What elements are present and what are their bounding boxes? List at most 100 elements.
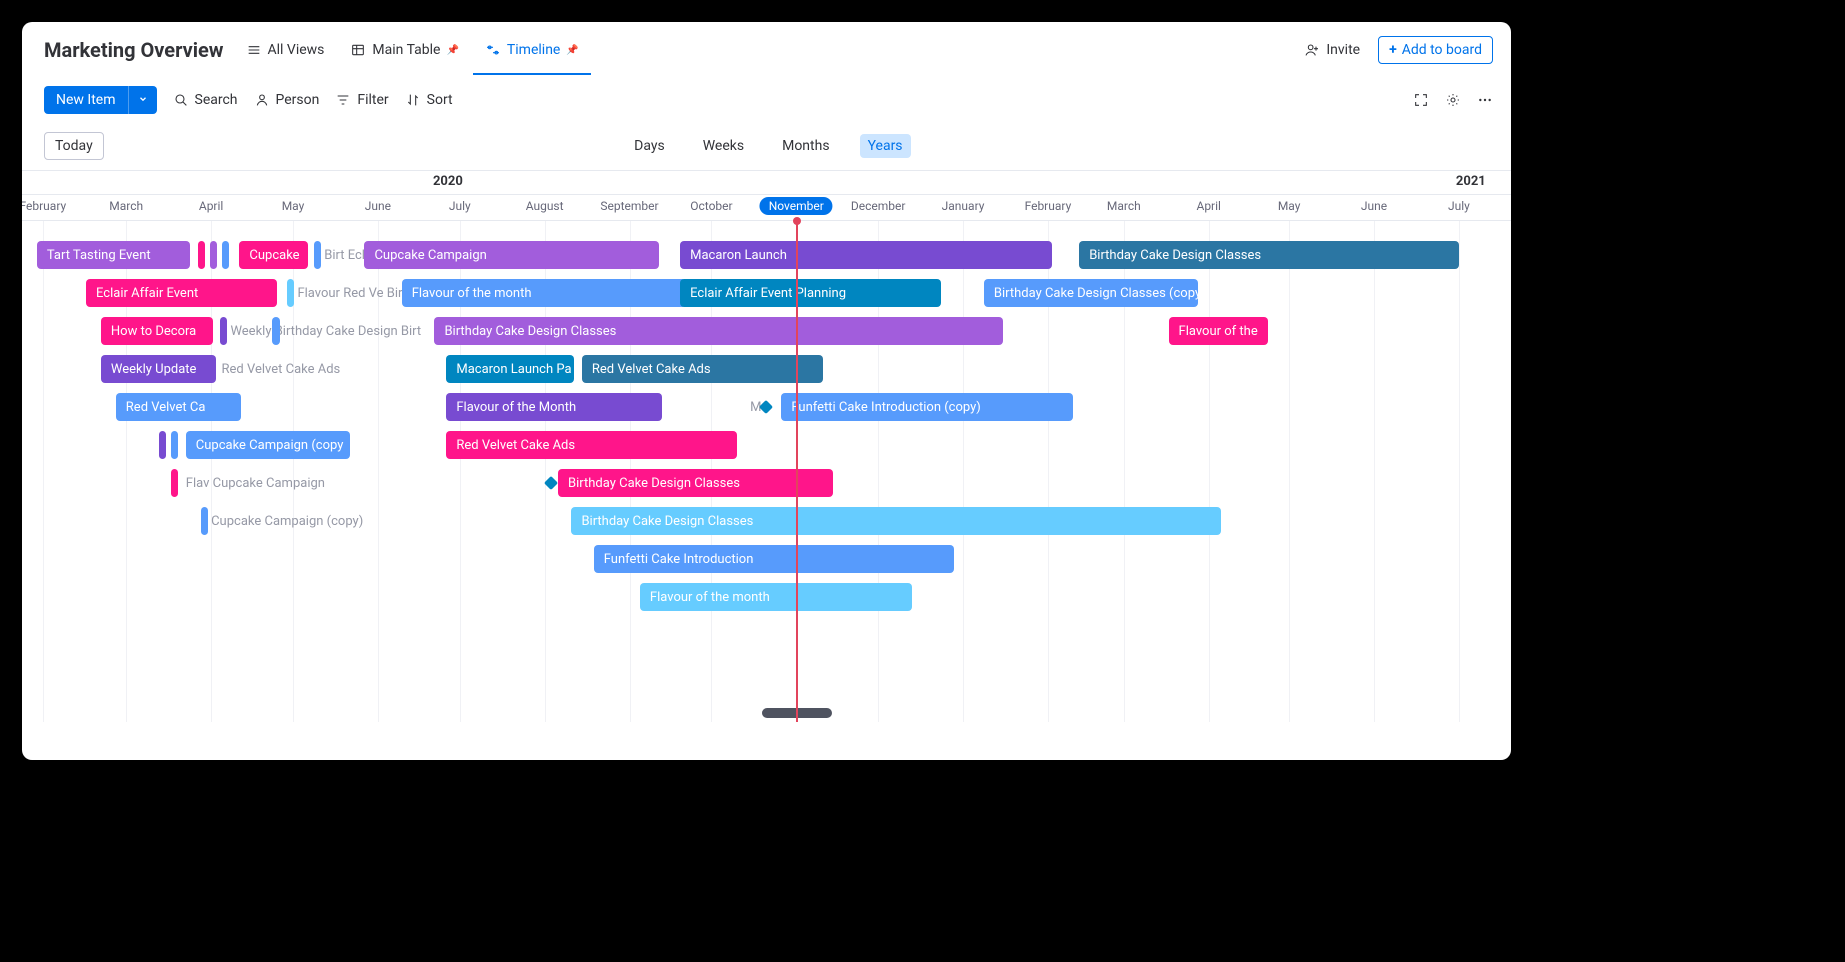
month-label[interactable]: February: [1025, 199, 1072, 213]
timeline-bar[interactable]: Birthday Cake Design Classes: [571, 507, 1220, 535]
timeline-icon: [485, 42, 501, 58]
timeline-bar[interactable]: Birthday Cake Design Classes: [1079, 241, 1459, 269]
tab-main-table[interactable]: Main Table 📌: [346, 34, 463, 66]
person-add-icon: [1304, 42, 1320, 58]
today-button[interactable]: Today: [44, 132, 104, 160]
timeline-bar[interactable]: Flavour of the month: [402, 279, 686, 307]
month-label[interactable]: September: [600, 199, 658, 213]
overflow-item-label[interactable]: Flav Cupcake Campaign: [186, 469, 325, 497]
tab-label: All Views: [268, 42, 325, 58]
fullscreen-icon[interactable]: [1413, 92, 1429, 108]
month-label[interactable]: July: [449, 199, 471, 213]
app-window: Marketing Overview All Views Main Table …: [22, 22, 1511, 760]
timeline-controls: Today Days Weeks Months Years: [22, 126, 1511, 170]
month-label[interactable]: April: [199, 199, 223, 213]
toolbar: New Item Search Person Filter Sort: [22, 74, 1511, 126]
timeline-bar[interactable]: [272, 317, 279, 345]
filter-button[interactable]: Filter: [335, 92, 388, 108]
timeline-bar[interactable]: [171, 469, 178, 497]
month-label[interactable]: June: [1361, 199, 1387, 213]
timeline-bar[interactable]: Funfetti Cake Introduction (copy): [781, 393, 1073, 421]
timeline-bar[interactable]: [222, 241, 229, 269]
new-item-dropdown[interactable]: [128, 86, 157, 114]
sort-button[interactable]: Sort: [405, 92, 453, 108]
month-label[interactable]: October: [690, 199, 732, 213]
month-label[interactable]: April: [1196, 199, 1220, 213]
month-label[interactable]: May: [1278, 199, 1301, 213]
timeline-bar[interactable]: [201, 507, 208, 535]
timeline-bar[interactable]: [314, 241, 321, 269]
timeline-bar[interactable]: Macaron Launch: [680, 241, 1052, 269]
add-to-board-button[interactable]: + Add to board: [1378, 36, 1493, 64]
month-label[interactable]: November: [760, 199, 833, 213]
month-label[interactable]: March: [1107, 199, 1141, 213]
list-icon: [246, 42, 262, 58]
timeline-bar[interactable]: Eclair Affair Event Planning: [680, 279, 941, 307]
sort-icon: [405, 92, 421, 108]
timeline-bar[interactable]: [220, 317, 227, 345]
year-label: 2021: [1456, 174, 1486, 189]
timeline-bar[interactable]: [287, 279, 294, 307]
timeline-bar[interactable]: Cupcake Campaign: [364, 241, 659, 269]
person-filter-button[interactable]: Person: [254, 92, 320, 108]
invite-button[interactable]: Invite: [1304, 42, 1360, 58]
timeline-bar[interactable]: Cupcake: [239, 241, 307, 269]
table-icon: [350, 42, 366, 58]
search-button[interactable]: Search: [173, 92, 238, 108]
timeline-bar[interactable]: Red Velvet Ca: [116, 393, 241, 421]
tab-label: Timeline: [507, 42, 560, 58]
timeline-bar[interactable]: [159, 431, 166, 459]
timeline-bar[interactable]: Tart Tasting Event: [37, 241, 190, 269]
month-label[interactable]: March: [109, 199, 143, 213]
timeline-bar[interactable]: Cupcake Campaign (copy: [186, 431, 350, 459]
timeline-bar[interactable]: Birthday Cake Design Classes: [558, 469, 833, 497]
month-label[interactable]: January: [942, 199, 985, 213]
chevron-down-icon: [138, 94, 148, 104]
timeline-area[interactable]: 20202021 February March April May June July Au…: [22, 170, 1511, 722]
overflow-item-label[interactable]: Weekly Birthday Cake Design Birt: [230, 317, 421, 345]
more-icon[interactable]: [1477, 92, 1493, 108]
month-label[interactable]: June: [365, 199, 391, 213]
today-indicator: [796, 221, 798, 722]
timeline-bar[interactable]: Red Velvet Cake Ads: [582, 355, 823, 383]
timeline-bar[interactable]: Flavour of the: [1169, 317, 1269, 345]
timeline-bar[interactable]: [171, 431, 178, 459]
tab-all-views[interactable]: All Views: [242, 34, 329, 66]
month-header-row: February March April May June July August Septe…: [22, 195, 1511, 221]
new-item-label[interactable]: New Item: [44, 86, 128, 114]
timeline-bar[interactable]: Flavour of the month: [640, 583, 912, 611]
scale-years[interactable]: Years: [860, 134, 911, 158]
month-label[interactable]: July: [1448, 199, 1470, 213]
plus-icon: +: [1389, 42, 1397, 58]
milestone-diamond[interactable]: [544, 476, 558, 490]
timeline-bar[interactable]: [210, 241, 217, 269]
year-header-row: 20202021: [22, 171, 1511, 195]
timeline-bar[interactable]: Eclair Affair Event: [86, 279, 277, 307]
timeline-bar[interactable]: [198, 241, 205, 269]
timeline-bar[interactable]: Weekly Update: [101, 355, 216, 383]
overflow-item-label[interactable]: Cupcake Campaign (copy): [211, 507, 363, 535]
person-icon: [254, 92, 270, 108]
timeline-bar[interactable]: Funfetti Cake Introduction: [594, 545, 954, 573]
month-label[interactable]: December: [851, 199, 906, 213]
scale-days[interactable]: Days: [626, 134, 673, 158]
scale-weeks[interactable]: Weeks: [695, 134, 752, 158]
timeline-bar[interactable]: Flavour of the Month: [446, 393, 662, 421]
month-label[interactable]: May: [282, 199, 305, 213]
month-label[interactable]: August: [526, 199, 564, 213]
timeline-bar[interactable]: Red Velvet Cake Ads: [446, 431, 736, 459]
timeline-bar[interactable]: Birthday Cake Design Classes (copy): [984, 279, 1198, 307]
gear-icon[interactable]: [1445, 92, 1461, 108]
month-label[interactable]: February: [22, 199, 66, 213]
new-item-button[interactable]: New Item: [44, 86, 157, 114]
timeline-bar[interactable]: Birthday Cake Design Classes: [434, 317, 1003, 345]
overflow-item-label[interactable]: Flavour Red Ve Birt: [297, 279, 407, 307]
timeline-bar[interactable]: Macaron Launch Pa: [446, 355, 574, 383]
pin-icon: 📌: [566, 45, 578, 56]
tab-timeline[interactable]: Timeline 📌: [481, 34, 583, 66]
filter-label: Filter: [357, 92, 388, 108]
overflow-item-label[interactable]: Red Velvet Cake Ads: [222, 355, 341, 383]
timeline-bar[interactable]: How to Decora: [101, 317, 213, 345]
tab-label: Main Table: [372, 42, 440, 58]
scale-months[interactable]: Months: [774, 134, 837, 158]
